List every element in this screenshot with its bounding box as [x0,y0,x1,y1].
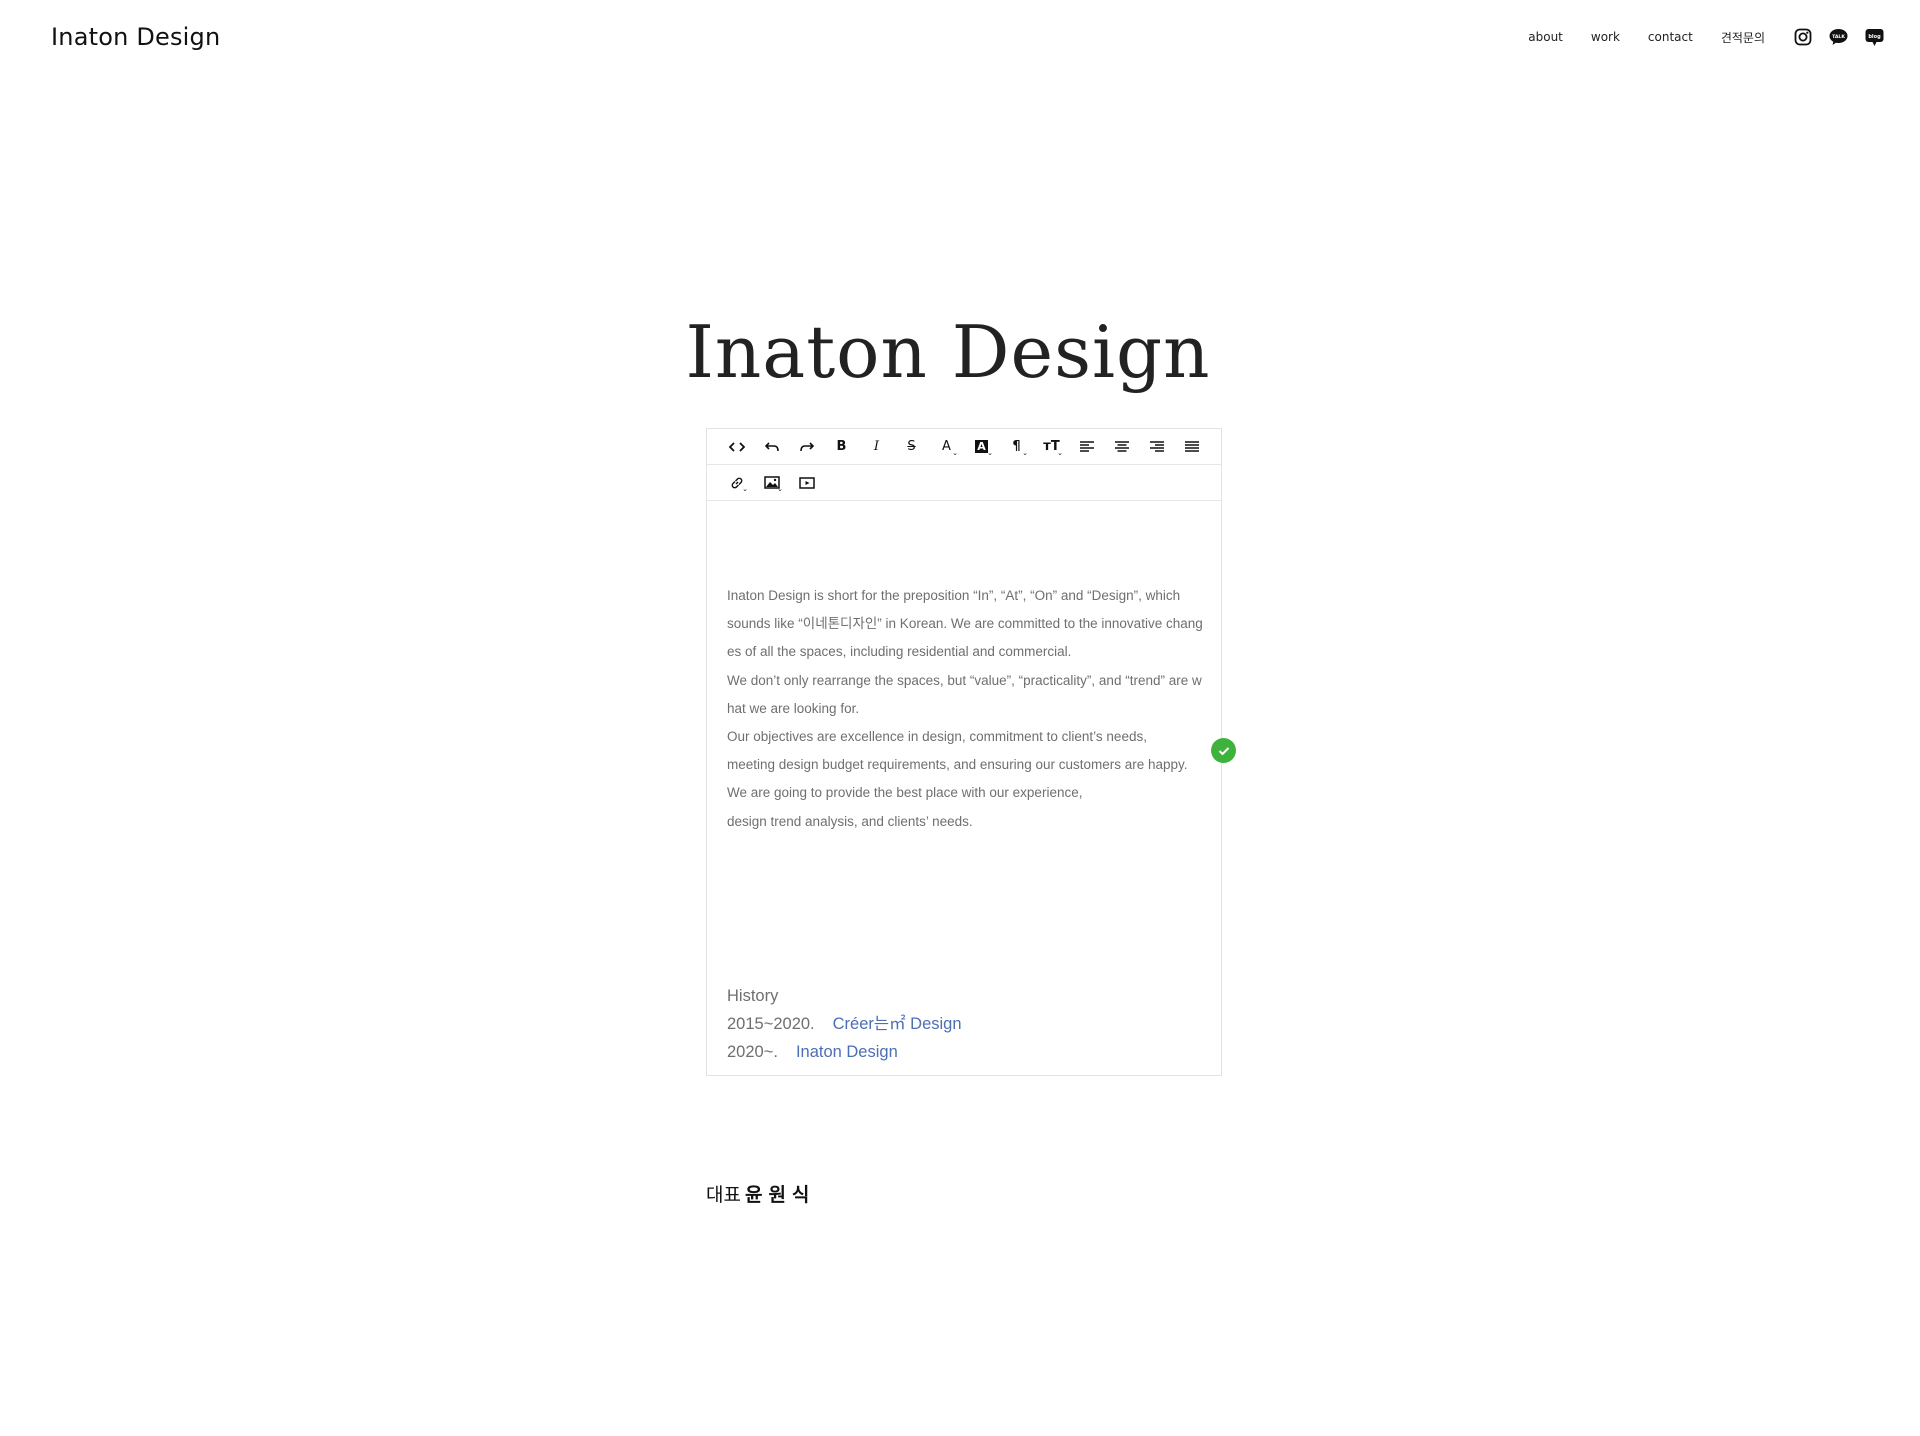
svg-text:TALK: TALK [1832,34,1845,40]
about-paragraph-line: meeting design budget requirements, and … [727,757,1188,773]
italic-button[interactable]: I [859,433,894,461]
align-center-button[interactable] [1104,433,1139,461]
history-section: History 2015~2020. Créer는㎡ Design 2020~. I… [727,982,962,1066]
about-paragraph-line: Inaton Design is short for the prepositi… [727,588,1181,603]
site-header: Inaton Design about work contact 견적문의 TA… [0,0,1920,80]
social-links: TALK blog [1793,28,1884,47]
nav-contact-link[interactable]: contact [1648,30,1693,44]
nav-about-link[interactable]: about [1528,30,1563,44]
paragraph-button[interactable]: ¶ ⌄ [999,433,1034,461]
kakaotalk-icon[interactable]: TALK [1829,28,1848,47]
about-paragraph-line: Our objectives are excellence in design,… [727,729,1147,745]
highlight-icon: A [975,440,988,453]
site-logo[interactable]: Inaton Design [51,23,220,51]
editor-content[interactable]: Inaton Design is short for the prepositi… [707,502,1221,1074]
ceo-label: 대표 윤원식 [706,1180,815,1207]
blog-icon[interactable]: blog [1865,28,1884,47]
link-button[interactable]: ⌄ [719,469,754,497]
about-paragraph-line: design trend analysis, and clients’ need… [727,813,973,829]
align-left-button[interactable] [1069,433,1104,461]
ceo-title: 대표 [706,1184,741,1206]
font-size-button[interactable]: ᴛT ⌄ [1034,433,1069,461]
history-period: 2020~. [727,1043,778,1061]
redo-button[interactable] [789,433,824,461]
ceo-name: 윤원식 [744,1184,816,1206]
history-item: 2020~. Inaton Design [727,1038,962,1066]
main-nav: about work contact 견적문의 TALK blog [1528,24,1884,50]
font-color-icon: A [942,439,951,454]
editor-toolbar-row-1: B I S A ⌄ A ⌄ ¶ ⌄ ᴛT ⌄ [707,429,1221,465]
instagram-icon[interactable] [1793,28,1812,47]
about-paragraph-line: We don’t only rearrange the spaces, but … [727,672,1202,716]
history-company-link[interactable]: Inaton Design [796,1043,898,1061]
paragraph-icon: ¶ [1012,439,1021,454]
bold-button[interactable]: B [824,433,859,461]
save-check-button[interactable] [1211,738,1236,763]
nav-estimate-link[interactable]: 견적문의 [1721,29,1765,46]
about-description: Inaton Design is short for the prepositi… [727,582,1205,836]
page-title: Inaton Design [685,310,1211,394]
about-paragraph-line: We are going to provide the best place w… [727,785,1083,801]
history-item: 2015~2020. Créer는㎡ Design [727,1010,962,1038]
code-view-button[interactable] [719,433,754,461]
history-heading: History [727,987,779,1005]
strikethrough-button[interactable]: S [894,433,929,461]
image-button[interactable]: ⌄ [754,469,789,497]
highlight-button[interactable]: A ⌄ [964,433,999,461]
undo-button[interactable] [754,433,789,461]
justify-button[interactable] [1174,433,1209,461]
video-button[interactable] [789,469,824,497]
align-right-button[interactable] [1139,433,1174,461]
history-company-link[interactable]: Créer는㎡ Design [833,1015,962,1033]
svg-text:blog: blog [1868,34,1881,40]
font-color-button[interactable]: A ⌄ [929,433,964,461]
history-period: 2015~2020. [727,1015,815,1033]
rich-text-editor: B I S A ⌄ A ⌄ ¶ ⌄ ᴛT ⌄ ⌄ ⌄ Inaton Design… [706,428,1222,1076]
editor-toolbar-row-2: ⌄ ⌄ [707,465,1221,501]
nav-work-link[interactable]: work [1591,30,1620,44]
about-paragraph-line: sounds like “이네톤디자인” in Korean. We are c… [727,616,1203,660]
check-icon [1218,746,1229,755]
